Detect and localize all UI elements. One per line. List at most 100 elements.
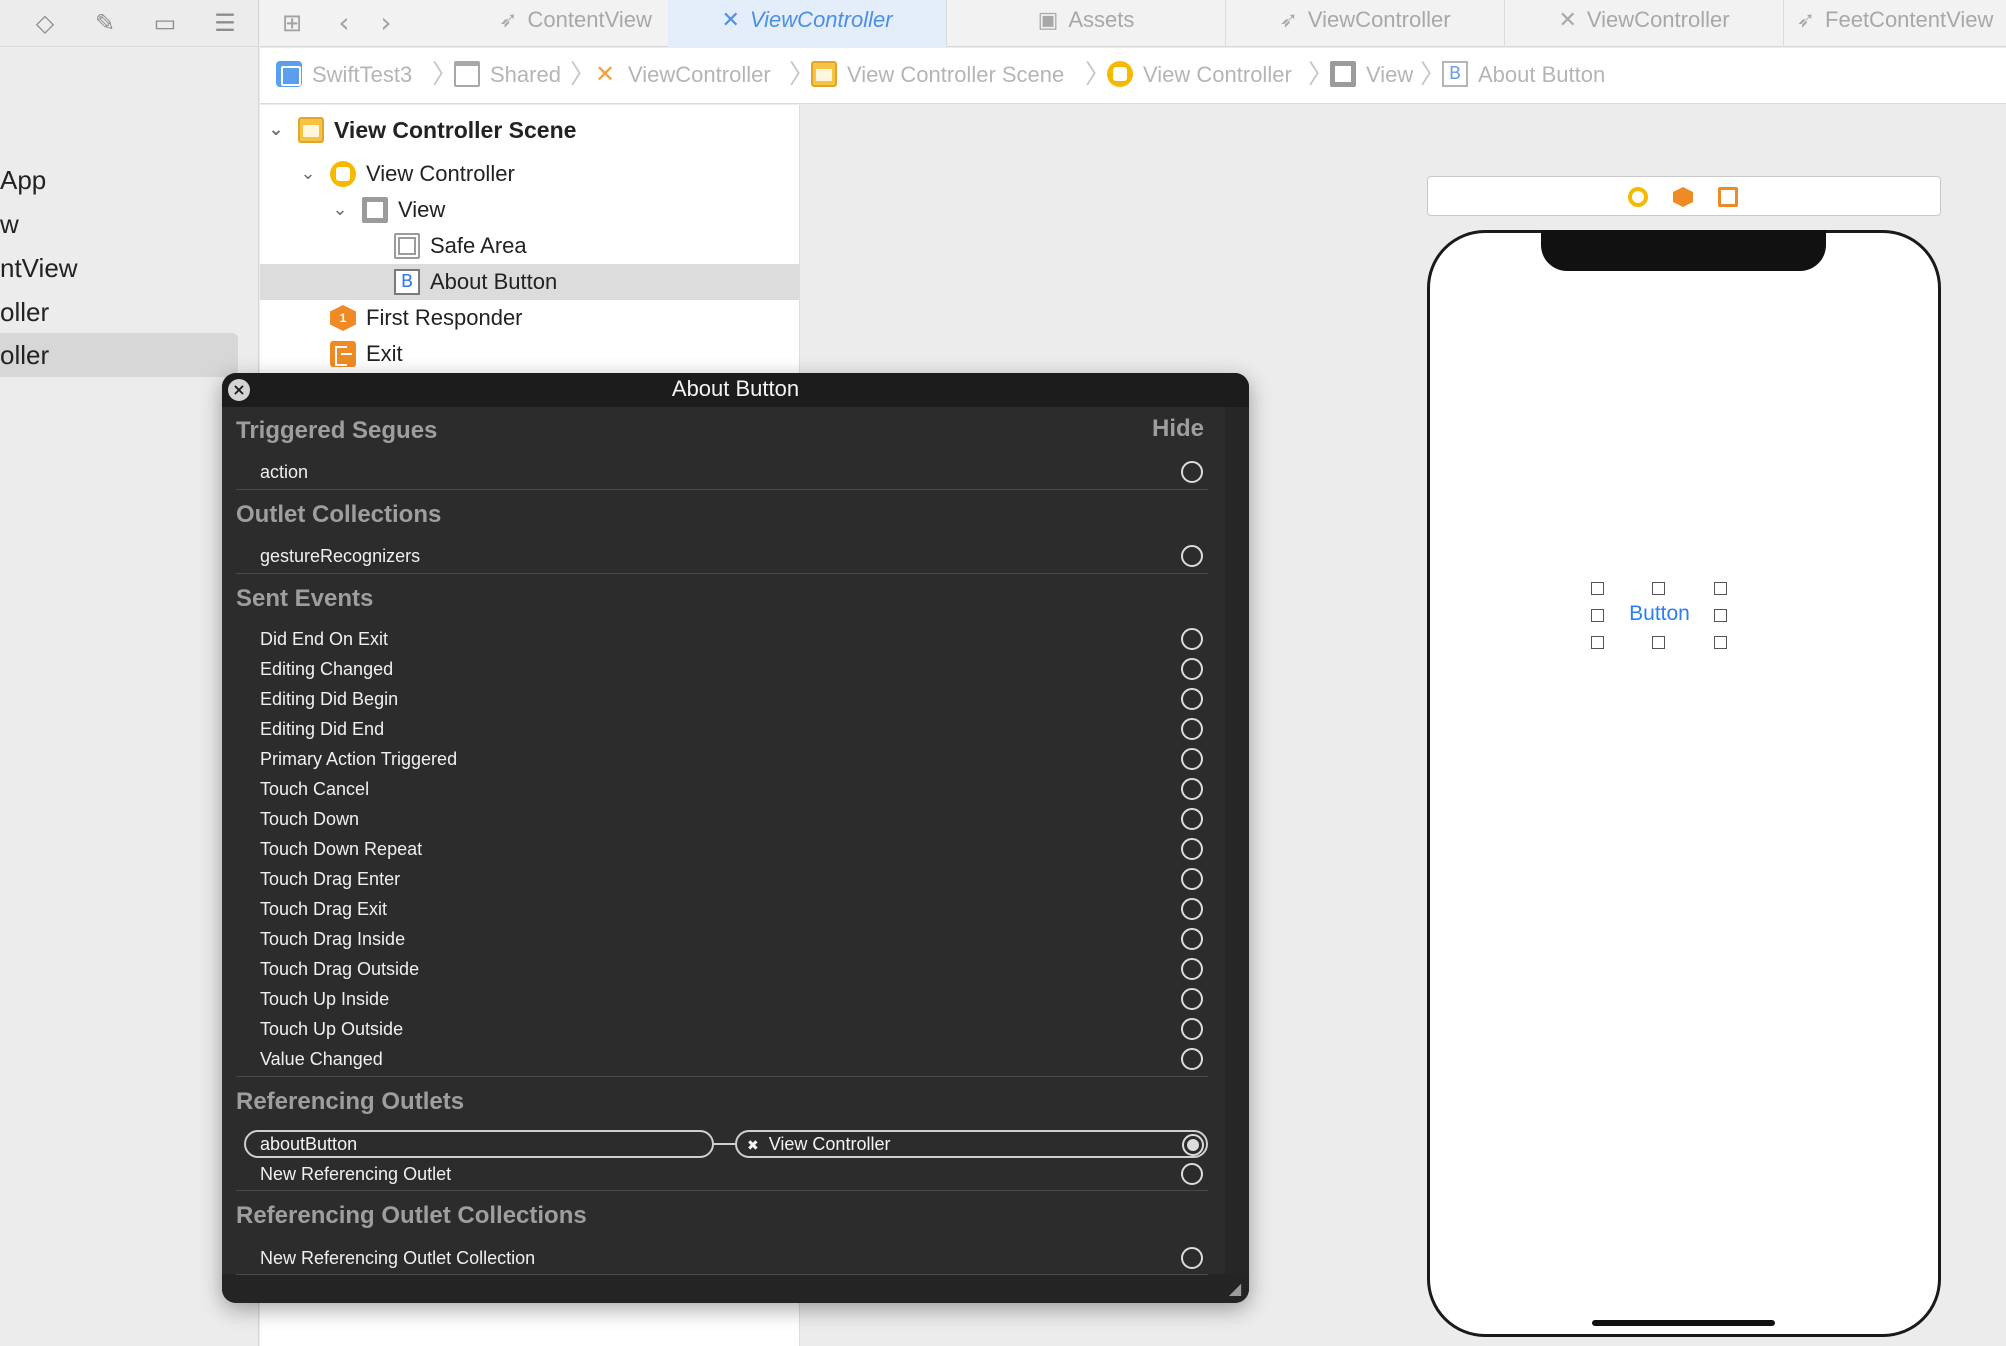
- connection-circle[interactable]: [1181, 1247, 1203, 1269]
- tab-viewcontroller-swift[interactable]: ➶ ViewController: [1226, 0, 1505, 47]
- outline-row-scene[interactable]: ⌄ View Controller Scene: [260, 112, 800, 148]
- resize-handle[interactable]: [1714, 609, 1727, 622]
- swift-icon: ➶: [499, 8, 518, 33]
- exit-icon[interactable]: [1718, 187, 1738, 207]
- breadcrumb-item-scene[interactable]: View Controller Scene: [811, 60, 1064, 90]
- back-chevron-icon[interactable]: ‹: [328, 6, 360, 40]
- connection-row[interactable]: New Referencing Outlet: [260, 1159, 1210, 1189]
- tab-assets[interactable]: ▣ Assets: [947, 0, 1226, 47]
- connection-row[interactable]: Primary Action Triggered: [260, 744, 1210, 774]
- connection-row[interactable]: gestureRecognizers: [260, 541, 1210, 571]
- nav-file-item[interactable]: App: [0, 158, 238, 202]
- resize-handle[interactable]: [1714, 582, 1727, 595]
- connection-circle[interactable]: [1181, 1048, 1203, 1070]
- connection-circle[interactable]: [1181, 545, 1203, 567]
- outline-row-about-button[interactable]: B About Button: [260, 264, 800, 300]
- outline-row-safe-area[interactable]: Safe Area: [260, 228, 800, 264]
- outlet-name-pill[interactable]: aboutButton: [244, 1130, 714, 1158]
- outline-row-exit[interactable]: Exit: [260, 336, 800, 372]
- connection-circle[interactable]: [1181, 628, 1203, 650]
- connection-row[interactable]: Did End On Exit: [260, 624, 1210, 654]
- connection-circle[interactable]: [1181, 1163, 1203, 1185]
- breadcrumb-label: About Button: [1478, 62, 1606, 87]
- connection-row[interactable]: Editing Changed: [260, 654, 1210, 684]
- connection-row[interactable]: Touch Drag Exit: [260, 894, 1210, 924]
- assets-icon: ▣: [1037, 8, 1059, 33]
- hide-button[interactable]: Hide: [1152, 412, 1204, 446]
- nav-file-item[interactable]: oller: [0, 290, 238, 334]
- breadcrumb-item-about-button[interactable]: B About Button: [1442, 60, 1605, 90]
- connection-row[interactable]: Touch Down: [260, 804, 1210, 834]
- paint-spray-icon[interactable]: ✎: [90, 8, 120, 38]
- connection-circle[interactable]: [1181, 988, 1203, 1010]
- connection-circle[interactable]: [1181, 1018, 1203, 1040]
- canvas-button[interactable]: Button: [1597, 596, 1722, 632]
- breadcrumb-item-folder[interactable]: Shared: [454, 60, 561, 90]
- nav-file-item[interactable]: w: [0, 202, 238, 246]
- nav-file-item[interactable]: ntView: [0, 246, 238, 290]
- connection-row[interactable]: action: [260, 457, 1210, 487]
- nav-file-item-selected[interactable]: oller: [0, 333, 238, 377]
- view-controller-icon: [330, 161, 356, 187]
- connection-circle-filled[interactable]: [1182, 1134, 1204, 1156]
- outline-row-view[interactable]: ⌄ View: [260, 192, 800, 228]
- breadcrumb-item-project[interactable]: SwiftTest3: [276, 60, 412, 90]
- connection-circle[interactable]: [1181, 778, 1203, 800]
- tab-feetcontentview[interactable]: ➶ FeetContentView: [1784, 0, 2006, 47]
- view-controller-icon[interactable]: [1628, 187, 1648, 207]
- connection-row[interactable]: Touch Up Inside: [260, 984, 1210, 1014]
- close-icon[interactable]: ×: [228, 379, 250, 401]
- connection-row[interactable]: Editing Did Begin: [260, 684, 1210, 714]
- resize-handle[interactable]: [1591, 582, 1604, 595]
- connection-circle[interactable]: [1181, 461, 1203, 483]
- chevron-down-icon[interactable]: ⌄: [328, 192, 352, 228]
- resize-grip-icon[interactable]: ◢: [1225, 1279, 1245, 1299]
- outline-row-view-controller[interactable]: ⌄ View Controller: [260, 156, 800, 192]
- grid-icon[interactable]: ⊞: [276, 6, 308, 40]
- connection-circle[interactable]: [1181, 868, 1203, 890]
- connection-circle[interactable]: [1181, 688, 1203, 710]
- connection-circle[interactable]: [1181, 928, 1203, 950]
- resize-handle[interactable]: [1714, 636, 1727, 649]
- connection-circle[interactable]: [1181, 958, 1203, 980]
- connection-circle[interactable]: [1181, 658, 1203, 680]
- connection-circle[interactable]: [1181, 748, 1203, 770]
- diamond-icon[interactable]: ◇: [30, 8, 60, 38]
- connection-row[interactable]: Touch Drag Outside: [260, 954, 1210, 984]
- breadcrumb-item-view-controller[interactable]: View Controller: [1107, 60, 1292, 90]
- connection-circle[interactable]: [1181, 808, 1203, 830]
- resize-handle[interactable]: [1652, 582, 1665, 595]
- label-icon[interactable]: ▭: [150, 8, 180, 38]
- resize-handle[interactable]: [1591, 636, 1604, 649]
- resize-handle[interactable]: [1652, 636, 1665, 649]
- tab-viewcontroller-storyboard[interactable]: ✕ ViewController: [668, 0, 947, 47]
- connection-row[interactable]: Touch Up Outside: [260, 1014, 1210, 1044]
- connection-circle[interactable]: [1181, 718, 1203, 740]
- connection-row[interactable]: Value Changed: [260, 1044, 1210, 1074]
- tab-viewcontroller-storyboard-2[interactable]: ✕ ViewController: [1505, 0, 1784, 47]
- connection-circle[interactable]: [1181, 898, 1203, 920]
- connection-row[interactable]: Touch Drag Inside: [260, 924, 1210, 954]
- connection-row[interactable]: New Referencing Outlet Collection: [260, 1243, 1210, 1273]
- outline-row-first-responder[interactable]: 1 First Responder: [260, 300, 800, 336]
- view-controller-icon: [1107, 61, 1133, 88]
- exit-icon: [330, 341, 356, 367]
- iphone-device-frame[interactable]: [1427, 230, 1941, 1337]
- outlet-target-pill[interactable]: ✖ View Controller: [735, 1130, 1208, 1158]
- chevron-down-icon[interactable]: ⌄: [264, 112, 288, 148]
- chevron-down-icon[interactable]: ⌄: [296, 156, 320, 192]
- remove-connection-icon[interactable]: ✖: [747, 1138, 759, 1154]
- breadcrumb-item-view[interactable]: View: [1330, 60, 1413, 90]
- connection-circle[interactable]: [1181, 838, 1203, 860]
- scrollbar[interactable]: [1225, 407, 1249, 1274]
- connection-row[interactable]: Touch Cancel: [260, 774, 1210, 804]
- connection-label: Touch Drag Outside: [260, 959, 420, 979]
- breadcrumb-item-storyboard[interactable]: ✕ ViewController: [592, 60, 771, 90]
- list-icon[interactable]: ☰: [210, 8, 240, 38]
- connection-row[interactable]: Editing Did End: [260, 714, 1210, 744]
- forward-chevron-icon[interactable]: ›: [370, 6, 402, 40]
- connection-row[interactable]: Touch Drag Enter: [260, 864, 1210, 894]
- first-responder-icon[interactable]: [1673, 187, 1693, 207]
- connection-row[interactable]: Touch Down Repeat: [260, 834, 1210, 864]
- resize-handle[interactable]: [1591, 609, 1604, 622]
